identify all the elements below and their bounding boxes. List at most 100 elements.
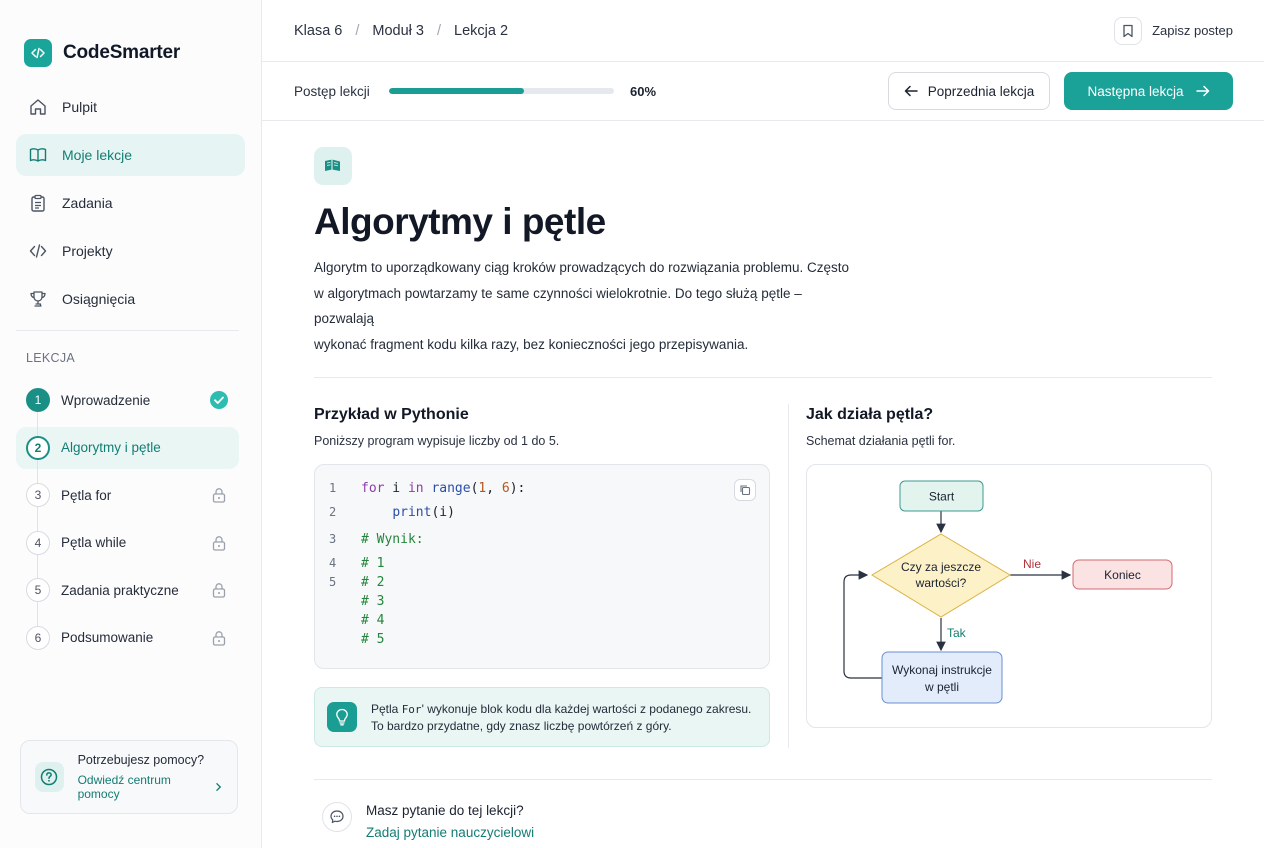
breadcrumb-item[interactable]: Klasa 6 — [294, 23, 342, 39]
code-line: # 3 — [315, 592, 769, 611]
bookmark-icon — [1114, 16, 1143, 45]
home-icon — [30, 99, 46, 115]
code-text: # Wynik: — [361, 532, 424, 547]
tip-text-part: ' wykonuje blok kodu dla każdej wartości… — [421, 701, 752, 716]
code-text: # 3 — [361, 594, 385, 609]
flowchart-diagram: Start Czy za jeszcze wartości? Nie Konie… — [843, 480, 1173, 704]
code-line: 2 print(i) — [315, 503, 769, 530]
code-line: # 5 — [315, 630, 769, 649]
lesson-number: 2 — [26, 435, 50, 460]
flowchart-title: Jak działa pętla? — [806, 406, 934, 423]
progress-bar-row: Postęp lekcji 60% Poprzednia lekcja Nast… — [262, 62, 1264, 121]
previous-lesson-label: Poprzednia lekcja — [927, 83, 1035, 99]
progress-track — [389, 88, 614, 94]
two-column-section: Przykład w Pythonie Poniższy program wyp… — [314, 378, 1213, 748]
nav-item-moje-lekcje[interactable]: Moje lekcje — [16, 134, 245, 176]
lesson-item-3[interactable]: 3 Pętla for — [16, 474, 239, 516]
help-circle-icon — [35, 762, 64, 792]
line-number: 1 — [329, 481, 337, 495]
app-window: CodeSmarter Pulpit Moje lekcje Zadania P… — [0, 0, 1264, 848]
lesson-title: Wprowadzenie — [61, 392, 151, 408]
lesson-item-6[interactable]: 6 Podsumowanie — [16, 617, 239, 659]
trophy-icon — [30, 291, 46, 307]
lesson-item-4[interactable]: 4 Pętla while — [16, 522, 239, 564]
ask-question-section: Masz pytanie do tej lekcji? Zadaj pytani… — [314, 780, 1213, 840]
flow-label-yes: Tak — [947, 626, 967, 640]
arrow-left-icon — [904, 85, 918, 97]
nav-item-label: Moje lekcje — [62, 147, 133, 163]
flow-node-decision-label: Czy za jeszcze — [901, 560, 981, 574]
lesson-number: 3 — [26, 483, 50, 507]
book-icon — [29, 148, 47, 162]
lesson-intro: Algorytm to uporządkowany ciąg kroków pr… — [314, 255, 859, 357]
ask-teacher-link[interactable]: Zadaj pytanie nauczycielowi — [366, 825, 534, 840]
line-number: 3 — [329, 532, 337, 546]
breadcrumb-item[interactable]: Moduł 3 — [372, 23, 424, 39]
help-title: Potrzebujesz pomocy? — [77, 753, 205, 767]
flow-label-no: Nie — [1023, 557, 1041, 571]
copy-icon[interactable] — [734, 479, 756, 501]
python-example-section: Przykład w Pythonie Poniższy program wyp… — [314, 378, 788, 748]
main-content: Klasa 6 / Moduł 3 / Lekcja 2 Zapisz post… — [262, 0, 1264, 848]
flow-node-decision-label: wartości? — [915, 576, 967, 590]
lesson-title: Zadania praktyczne — [61, 582, 179, 598]
nav-item-zadania[interactable]: Zadania — [16, 182, 245, 224]
lesson-list: 1 Wprowadzenie 2 Algorytmy i pętle 3 Pęt… — [0, 379, 261, 659]
lesson-item-2[interactable]: 2 Algorytmy i pętle — [16, 426, 239, 469]
line-number — [315, 611, 361, 630]
lesson-title-heading: Algorytmy i pętle — [314, 201, 606, 242]
next-lesson-button[interactable]: Następna lekcja — [1064, 72, 1233, 110]
flow-node-body — [881, 651, 1003, 704]
lesson-item-5[interactable]: 5 Zadania praktyczne — [16, 569, 239, 611]
intro-line: Algorytm to uporządkowany ciąg kroków pr… — [314, 260, 850, 275]
line-number — [315, 630, 361, 649]
code-text: # 5 — [361, 632, 385, 647]
flow-node-body-label: w pętli — [924, 680, 959, 694]
progress-percent: 60% — [630, 83, 657, 99]
lesson-number: 5 — [26, 578, 50, 602]
top-bar: Klasa 6 / Moduł 3 / Lekcja 2 Zapisz post… — [262, 0, 1264, 62]
code-line: 3 # Wynik: — [315, 530, 769, 554]
code-line: 4 # 1 — [315, 554, 769, 573]
nav-item-pulpit[interactable]: Pulpit — [16, 86, 245, 128]
intro-line: w algorytmach powtarzamy te same czynnoś… — [314, 285, 802, 327]
previous-lesson-button[interactable]: Poprzednia lekcja — [888, 72, 1050, 110]
arrow-right-icon — [1195, 85, 1209, 97]
question-title: Masz pytanie do tej lekcji? — [366, 803, 524, 818]
breadcrumb-separator: / — [355, 22, 360, 39]
help-link-label: Odwiedź centrum pomocy — [77, 773, 171, 801]
main-nav: Pulpit Moje lekcje Zadania Projekty Osią… — [0, 80, 261, 320]
tip-text-line: To bardzo przydatne, gdy znasz liczbę po… — [371, 718, 672, 733]
code-text: for i in range(1, 6): — [361, 481, 526, 496]
lesson-number: 4 — [26, 530, 50, 555]
lesson-item-1[interactable]: 1 Wprowadzenie — [16, 379, 239, 421]
nav-item-label: Projekty — [62, 243, 113, 259]
nav-item-osiagniecia[interactable]: Osiągnięcia — [16, 278, 245, 320]
lock-icon — [209, 485, 229, 505]
save-progress-button[interactable]: Zapisz postep — [1114, 16, 1233, 45]
example-title: Przykład w Pythonie — [314, 406, 469, 423]
breadcrumb-item[interactable]: Lekcja 2 — [454, 23, 508, 39]
line-number — [315, 592, 361, 611]
brand[interactable]: CodeSmarter — [0, 0, 261, 80]
code-line: 5 # 2 — [315, 573, 769, 592]
sidebar: CodeSmarter Pulpit Moje lekcje Zadania P… — [0, 0, 262, 848]
nav-item-projekty[interactable]: Projekty — [16, 230, 245, 272]
code-block[interactable]: 1 for i in range(1, 6): 2 print(i) 3 # W… — [314, 464, 770, 669]
open-book-icon — [314, 147, 352, 185]
lock-icon — [209, 533, 229, 553]
flowchart: Start Czy za jeszcze wartości? Nie Konie… — [806, 464, 1212, 728]
tip-box: Pętla For' wykonuje blok kodu dla każdej… — [314, 687, 770, 747]
lesson-section-label: LEKCJA — [26, 351, 76, 365]
next-lesson-label: Następna lekcja — [1087, 83, 1184, 99]
clipboard-icon — [31, 194, 45, 212]
tip-code: For — [401, 702, 422, 716]
lesson-title: Pętla for — [61, 487, 112, 503]
code-logo-icon — [24, 39, 52, 67]
connector-loop-back — [843, 570, 882, 679]
chat-bubble-icon — [322, 802, 352, 832]
line-number: 2 — [329, 505, 337, 519]
help-card: Potrzebujesz pomocy? Odwiedź centrum pom… — [20, 740, 238, 814]
help-center-link[interactable]: Odwiedź centrum pomocy — [78, 773, 223, 801]
breadcrumb-separator: / — [437, 22, 442, 39]
